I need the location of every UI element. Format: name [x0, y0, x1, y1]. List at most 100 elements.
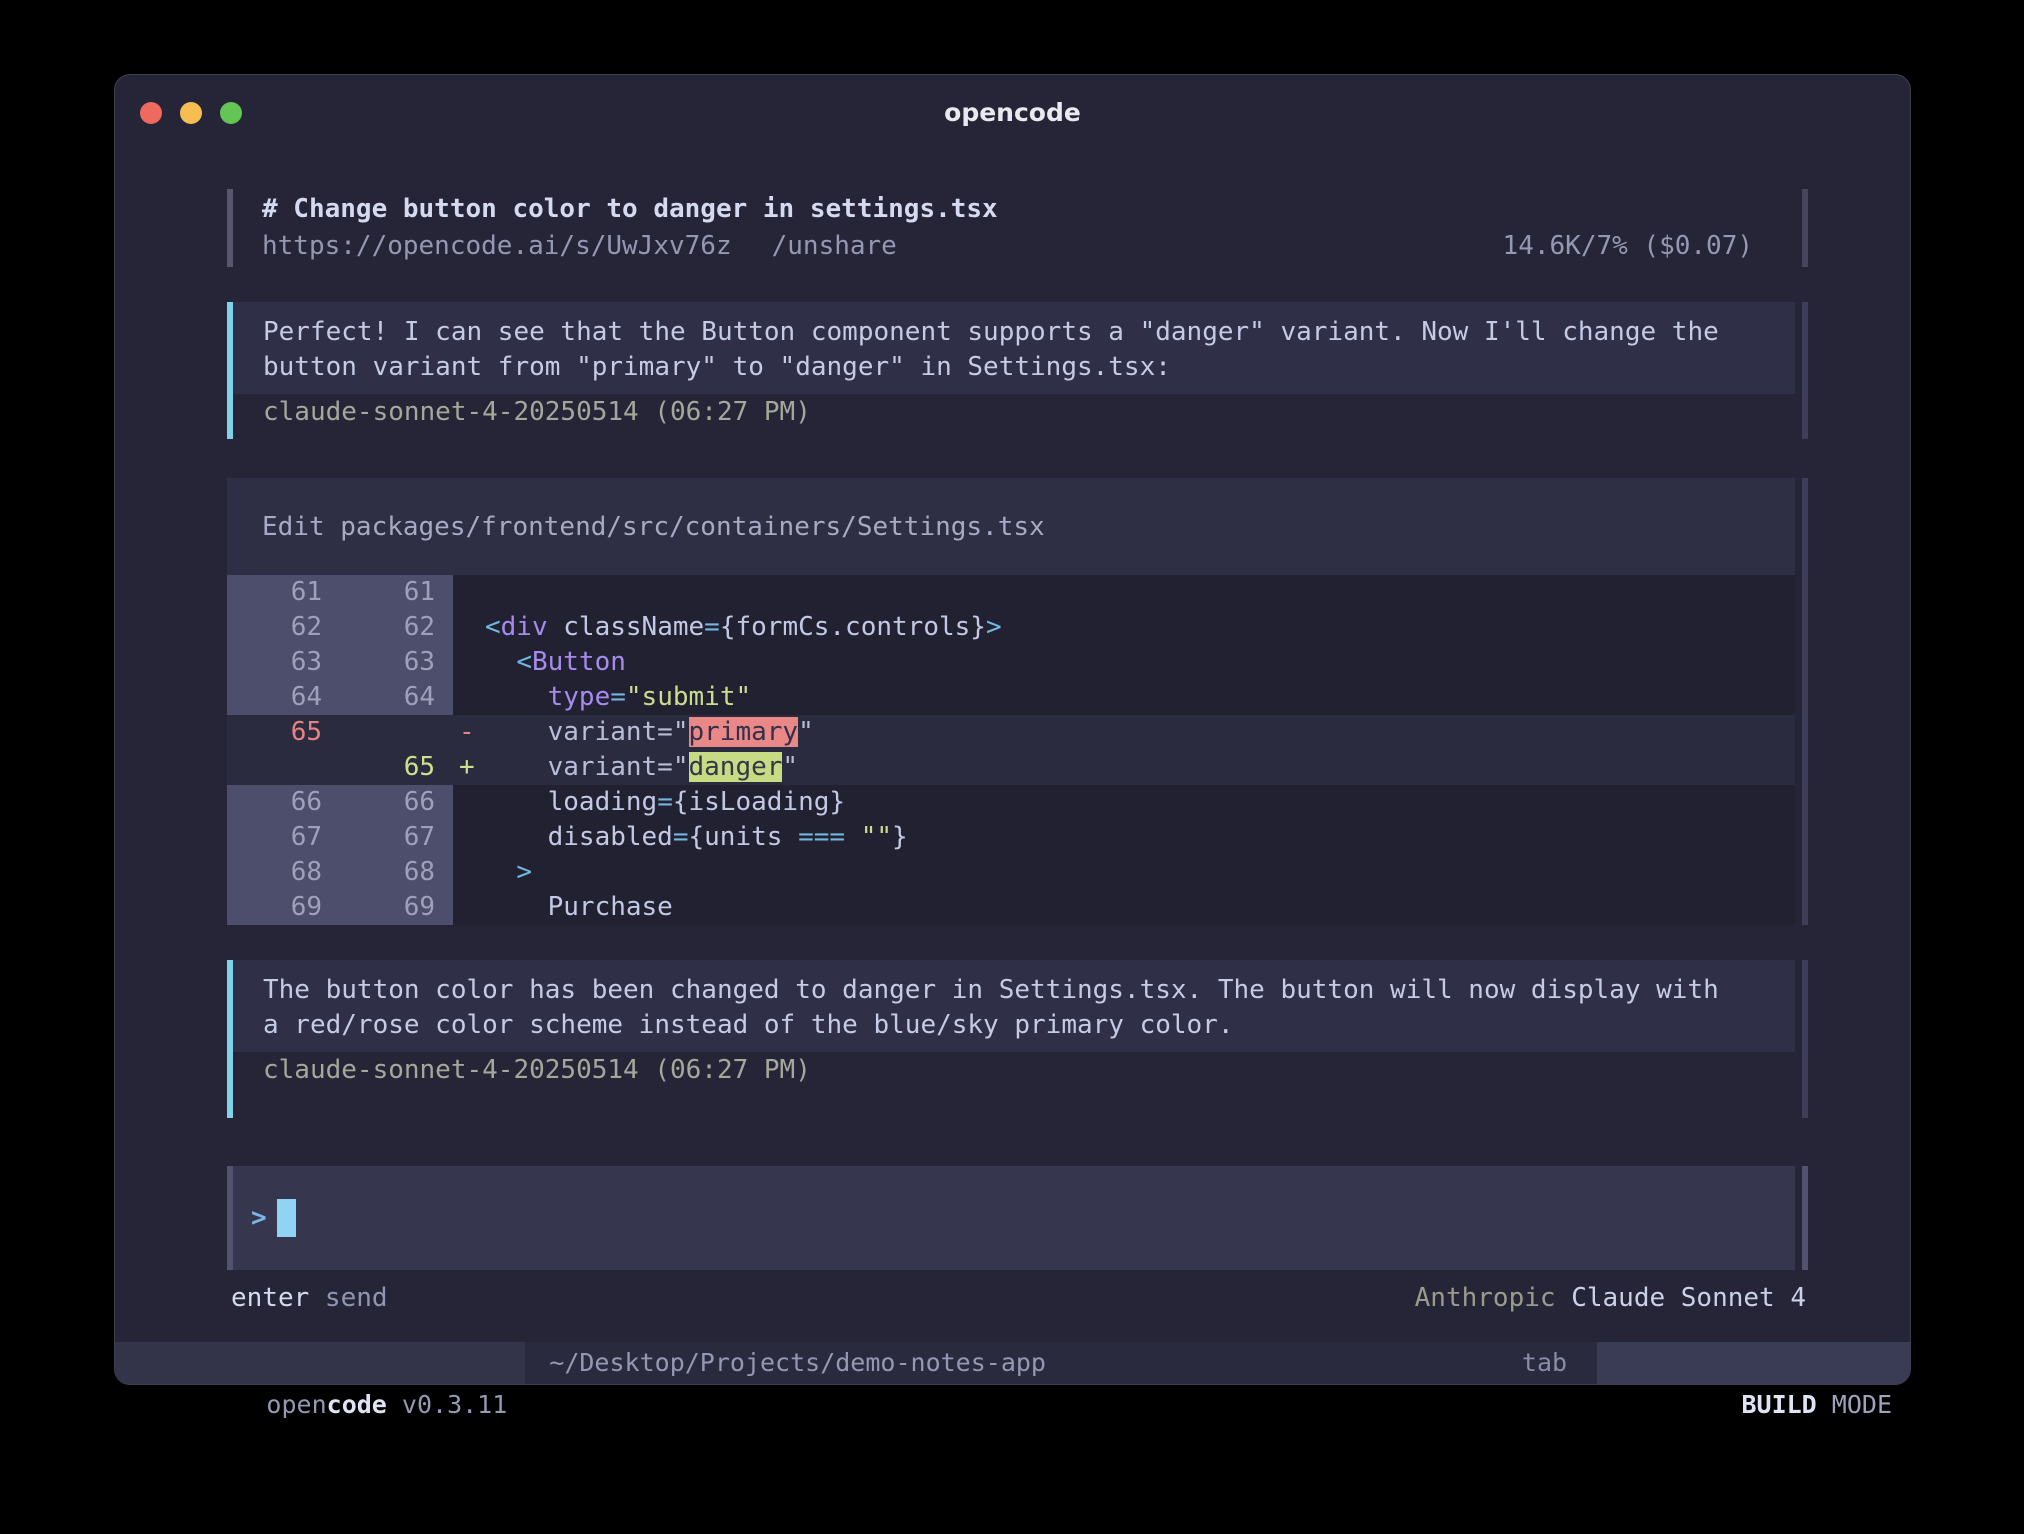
- line-number-old: 66: [227, 785, 340, 820]
- line-number-new: 64: [340, 680, 453, 715]
- maximize-button[interactable]: [220, 102, 242, 124]
- right-border-bar: [1802, 960, 1808, 1118]
- line-number-old: 69: [227, 890, 340, 925]
- window-title: opencode: [115, 75, 1910, 151]
- line-number-old: 68: [227, 855, 340, 890]
- line-number-old: 67: [227, 820, 340, 855]
- line-number-new: 61: [340, 575, 453, 610]
- tab-key-hint[interactable]: tab: [1522, 1342, 1567, 1384]
- diff-row: 6464 type="submit": [227, 680, 1795, 715]
- code-token: >: [516, 857, 532, 887]
- diff-row-added: 65+ variant="danger": [227, 750, 1795, 785]
- code-token: <: [485, 612, 501, 642]
- line-number-old: 61: [227, 575, 340, 610]
- line-number-new: 69: [340, 890, 453, 925]
- code-token: className: [548, 612, 705, 642]
- right-border-bar: [1802, 302, 1808, 439]
- code-token: [485, 647, 516, 677]
- code-token: >: [986, 612, 1002, 642]
- diff-row: 6363 <Button: [227, 645, 1795, 680]
- share-url-link[interactable]: https://opencode.ai/s/UwJxv76z: [262, 228, 732, 265]
- code-token: variant=": [485, 717, 689, 747]
- code-token: =: [657, 787, 673, 817]
- session-header: # Change button color to danger in setti…: [227, 189, 1808, 267]
- text-cursor: [277, 1199, 296, 1237]
- code-line: type="submit": [485, 680, 1795, 715]
- diff-marker: [453, 610, 485, 645]
- prompt-input-block[interactable]: >: [227, 1166, 1808, 1270]
- code-token: type: [548, 682, 611, 712]
- code-token: "": [845, 822, 892, 852]
- mode-suffix: MODE: [1817, 1390, 1892, 1419]
- diff-marker: [453, 890, 485, 925]
- diff-marker-minus: -: [453, 715, 485, 750]
- diff-row: 6262<div className={formCs.controls}>: [227, 610, 1795, 645]
- line-number-new: [340, 715, 453, 750]
- send-hint: enter send: [231, 1280, 388, 1316]
- diff-row-removed: 65- variant="primary": [227, 715, 1795, 750]
- code-token: [485, 857, 516, 887]
- mode-badge[interactable]: BUILD MODE: [1597, 1342, 1910, 1384]
- code-token: loading: [485, 787, 657, 817]
- minimize-button[interactable]: [180, 102, 202, 124]
- diff-marker: [453, 785, 485, 820]
- diff-row: 6969 Purchase: [227, 890, 1795, 925]
- code-token: {isLoading}: [673, 787, 845, 817]
- model-timestamp: claude-sonnet-4-20250514 (06:27 PM): [233, 395, 1795, 430]
- code-line: >: [485, 855, 1795, 890]
- diff-view: 6161 6262<div className={formCs.controls…: [227, 575, 1795, 925]
- code-token: =: [673, 822, 689, 852]
- app-name-open: open: [266, 1390, 326, 1419]
- app-version-badge: opencode v0.3.11: [115, 1342, 525, 1384]
- line-number-new: 67: [340, 820, 453, 855]
- code-token: div: [501, 612, 548, 642]
- hints-row: enter send Anthropic Claude Sonnet 4: [231, 1280, 1806, 1316]
- code-line: <div className={formCs.controls}>: [485, 610, 1795, 645]
- line-number-new: 63: [340, 645, 453, 680]
- code-line: <Button: [485, 645, 1795, 680]
- working-directory: ~/Desktop/Projects/demo-notes-app: [549, 1342, 1046, 1384]
- prompt-input[interactable]: >: [233, 1166, 1795, 1270]
- line-number-new: 66: [340, 785, 453, 820]
- message-text-line: a red/rose color scheme instead of the b…: [263, 1008, 1795, 1043]
- code-token: Button: [532, 647, 626, 677]
- code-token: Purchase: [485, 892, 673, 922]
- close-button[interactable]: [140, 102, 162, 124]
- edit-tool-title: Edit packages/frontend/src/containers/Se…: [227, 478, 1795, 575]
- session-title: # Change button color to danger in setti…: [262, 191, 1795, 228]
- provider-label: Anthropic: [1415, 1283, 1556, 1313]
- token-usage-cost: 14.6K/7% ($0.07): [1503, 228, 1795, 265]
- assistant-message: The button color has been changed to dan…: [227, 960, 1808, 1118]
- diff-row: 6666 loading={isLoading}: [227, 785, 1795, 820]
- diff-marker: [453, 680, 485, 715]
- diff-marker: [453, 575, 485, 610]
- opencode-window: opencode # Change button color to danger…: [114, 74, 1911, 1385]
- line-number-old: 64: [227, 680, 340, 715]
- code-token: ===: [798, 822, 845, 852]
- code-token: {units: [689, 822, 799, 852]
- prompt-chevron: >: [251, 1203, 267, 1233]
- message-text-line: The button color has been changed to dan…: [263, 973, 1795, 1008]
- diff-row: 6161: [227, 575, 1795, 610]
- code-line: [485, 575, 1795, 610]
- unshare-command[interactable]: /unshare: [772, 228, 897, 265]
- diff-marker-plus: +: [453, 750, 485, 785]
- diff-marker: [453, 820, 485, 855]
- code-token: {formCs.controls}: [720, 612, 986, 642]
- titlebar: opencode: [115, 75, 1910, 145]
- traffic-lights: [140, 102, 242, 124]
- code-token: }: [892, 822, 908, 852]
- code-token: disabled: [485, 822, 673, 852]
- code-token: ": [782, 752, 798, 782]
- edit-tool-block: Edit packages/frontend/src/containers/Se…: [227, 478, 1808, 925]
- line-number-old: 65: [227, 715, 340, 750]
- message-text-line: Perfect! I can see that the Button compo…: [263, 315, 1795, 350]
- send-action-label: send: [309, 1283, 387, 1313]
- removed-word-highlight: primary: [689, 717, 799, 747]
- code-line: loading={isLoading}: [485, 785, 1795, 820]
- diff-row: 6868 >: [227, 855, 1795, 890]
- line-number-old: 62: [227, 610, 340, 645]
- desktop-background: opencode # Change button color to danger…: [0, 0, 2024, 1534]
- line-number-old: 63: [227, 645, 340, 680]
- model-indicator: Anthropic Claude Sonnet 4: [1415, 1280, 1806, 1316]
